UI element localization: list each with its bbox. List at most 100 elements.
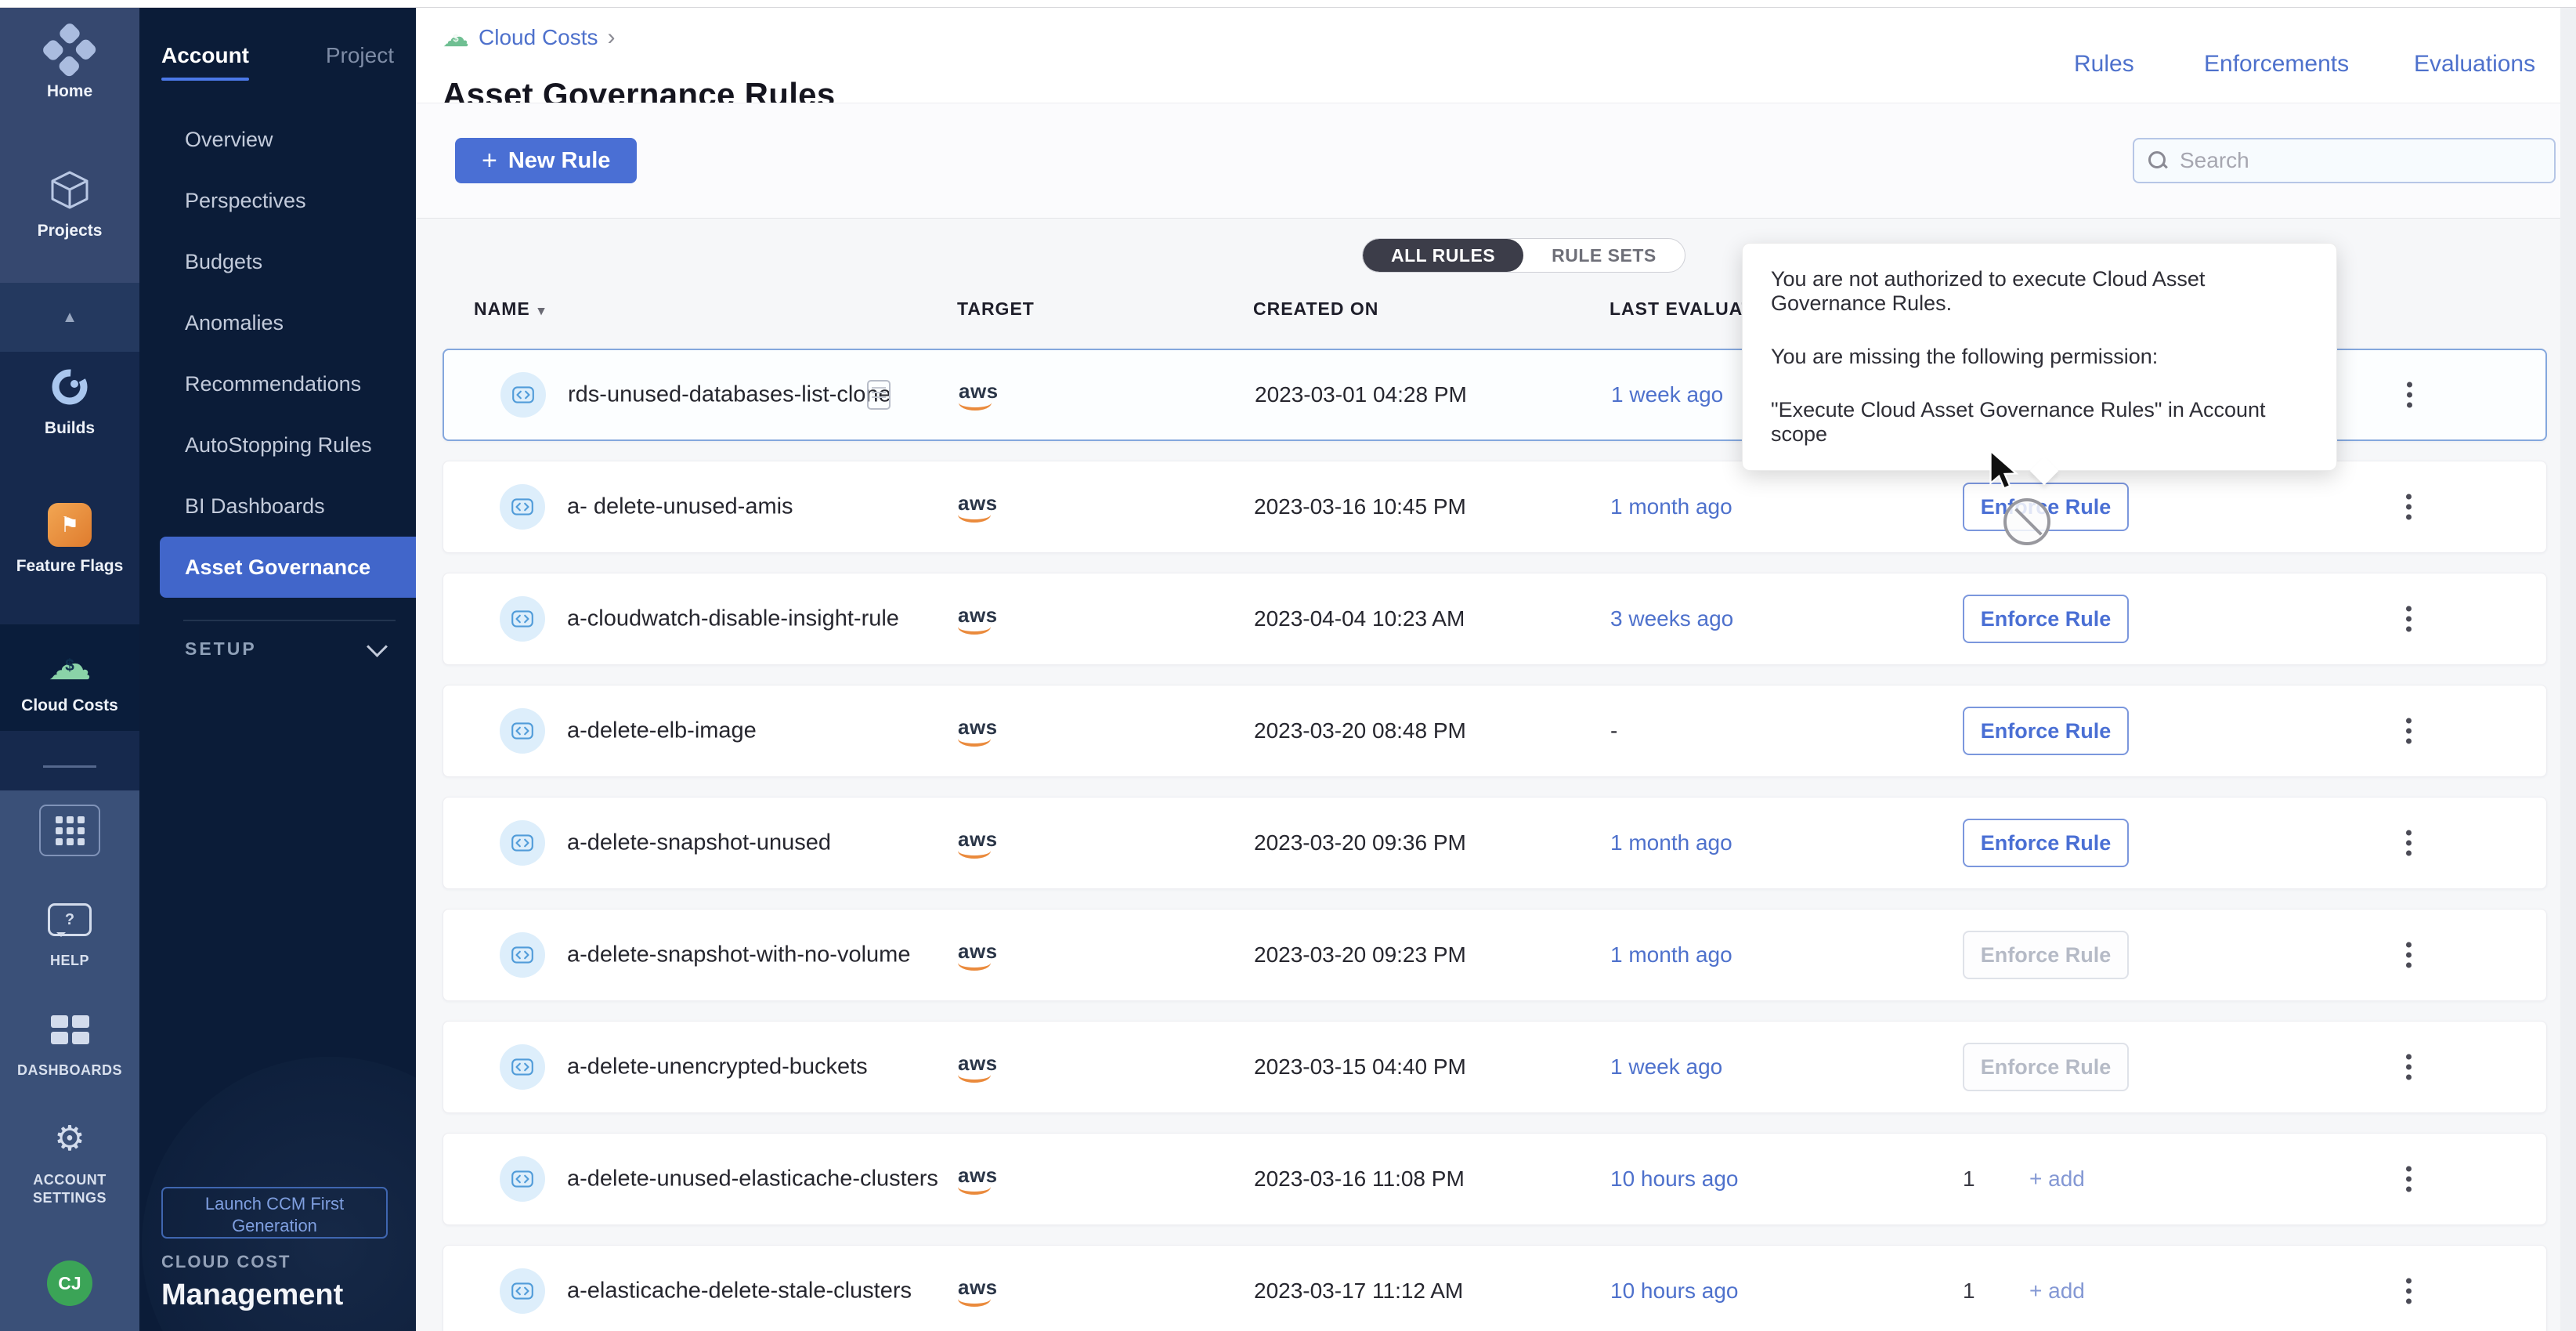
feature-flags-icon: ⚑	[48, 503, 92, 547]
rule-name[interactable]: a- delete-unused-amis	[567, 494, 793, 520]
nav-item[interactable]: Overview	[139, 109, 416, 170]
rule-name[interactable]: a-elasticache-delete-stale-clusters	[567, 1279, 912, 1304]
table-row[interactable]: a-delete-snapshot-with-no-volume aws 202…	[443, 909, 2547, 1001]
rail-divider	[43, 765, 96, 768]
created-on-value: 2023-03-16 10:45 PM	[1254, 494, 1466, 519]
rule-name[interactable]: a-delete-unused-elasticache-clusters	[567, 1166, 938, 1192]
last-evaluation-value[interactable]: 1 month ago	[1610, 494, 1732, 519]
enforce-rule-button[interactable]: Enforce Rule	[1963, 483, 2129, 531]
table-row[interactable]: a-elasticache-delete-stale-clusters aws …	[443, 1245, 2547, 1331]
nav-item[interactable]: BI Dashboards	[139, 476, 416, 537]
sidebar-item-help[interactable]: ? HELP	[0, 894, 139, 970]
last-evaluation-value[interactable]: 10 hours ago	[1610, 1279, 1738, 1304]
rule-name[interactable]: a-delete-snapshot-with-no-volume	[567, 942, 910, 968]
setup-label: SETUP	[185, 638, 257, 660]
sidebar-item-builds[interactable]: Builds	[0, 361, 139, 438]
add-enforcement-link[interactable]: + add	[2029, 1166, 2085, 1192]
kebab-menu[interactable]	[2400, 1160, 2418, 1199]
rail-collapse-button[interactable]: ▲	[0, 283, 139, 352]
rail-bottom-group: ? HELP DASHBOARDS ⚙ ACCOUNT SETTINGS CJ	[0, 790, 139, 1331]
enforce-rule-button[interactable]: Enforce Rule	[1963, 931, 2129, 979]
setup-section-toggle[interactable]: SETUP	[185, 638, 385, 660]
scope-tabs: Account Project	[161, 43, 394, 81]
search-box[interactable]	[2133, 138, 2556, 183]
launch-ccm-first-gen-button[interactable]: Launch CCM First Generation	[161, 1187, 388, 1239]
table-row[interactable]: a-delete-elb-image aws 2023-03-20 08:48 …	[443, 685, 2547, 777]
toggle-rule-sets[interactable]: RULE SETS	[1523, 239, 1685, 272]
sidebar-item-label: HELP	[0, 952, 139, 970]
table-row[interactable]: a-delete-snapshot-unused aws 2023-03-20 …	[443, 797, 2547, 889]
header-link-enforcements[interactable]: Enforcements	[2204, 51, 2349, 78]
tooltip-line: You are missing the following permission…	[1771, 345, 2308, 369]
brand-title: Management	[161, 1279, 343, 1312]
table-row[interactable]: a- delete-unused-amis aws 2023-03-16 10:…	[443, 461, 2547, 553]
last-evaluation-value[interactable]: 1 week ago	[1610, 1054, 1722, 1080]
tab-project[interactable]: Project	[326, 43, 394, 81]
rule-icon	[500, 1044, 545, 1090]
sidebar-item-account-settings[interactable]: ⚙ ACCOUNT SETTINGS	[0, 1113, 139, 1206]
kebab-menu[interactable]	[2400, 600, 2418, 638]
nav-item[interactable]: Asset Governance	[160, 537, 416, 598]
kebab-menu[interactable]	[2400, 712, 2418, 750]
copy-icon[interactable]	[867, 380, 891, 410]
aws-target-logo: aws	[958, 939, 998, 971]
aws-target-logo: aws	[958, 827, 998, 859]
nav-item[interactable]: Perspectives	[139, 170, 416, 231]
kebab-menu[interactable]	[2400, 488, 2418, 526]
rule-name[interactable]: a-delete-snapshot-unused	[567, 830, 831, 856]
table-row[interactable]: a-delete-unencrypted-buckets aws 2023-03…	[443, 1021, 2547, 1113]
kebab-menu[interactable]	[2400, 936, 2418, 975]
nav-item[interactable]: Anomalies	[139, 292, 416, 353]
enforce-rule-button[interactable]: Enforce Rule	[1963, 707, 2129, 755]
created-on-value: 2023-04-04 10:23 AM	[1254, 606, 1465, 631]
column-header-name[interactable]: NAME▾	[474, 298, 545, 320]
nav-item[interactable]: Budgets	[139, 231, 416, 292]
search-input[interactable]	[2178, 147, 2554, 174]
table-row[interactable]: a-cloudwatch-disable-insight-rule aws 20…	[443, 573, 2547, 665]
tab-account[interactable]: Account	[161, 43, 249, 81]
kebab-menu[interactable]	[2400, 1048, 2418, 1087]
last-evaluation-value[interactable]: 3 weeks ago	[1610, 606, 1733, 631]
header-link-evaluations[interactable]: Evaluations	[2414, 51, 2535, 78]
toggle-all-rules[interactable]: ALL RULES	[1363, 239, 1523, 272]
rule-icon	[500, 708, 545, 754]
user-avatar[interactable]: CJ	[0, 1260, 139, 1306]
add-enforcement-link[interactable]: + add	[2029, 1279, 2085, 1304]
sidebar-item-label: DASHBOARDS	[0, 1062, 139, 1080]
last-evaluation-value[interactable]: 1 month ago	[1610, 942, 1732, 968]
breadcrumb-cloud-costs-link[interactable]: Cloud Costs	[479, 25, 598, 50]
rule-name[interactable]: rds-unused-databases-list-clone	[568, 382, 891, 408]
created-on-value: 2023-03-17 11:12 AM	[1254, 1279, 1463, 1304]
sidebar-item-projects[interactable]: Projects	[0, 164, 139, 241]
rule-icon	[500, 1268, 545, 1314]
enforce-rule-button[interactable]: Enforce Rule	[1963, 595, 2129, 643]
module-picker-button[interactable]	[39, 805, 100, 856]
header-link-rules[interactable]: Rules	[2074, 51, 2134, 78]
table-row[interactable]: a-delete-unused-elasticache-clusters aws…	[443, 1133, 2547, 1225]
sidebar-item-cloud-costs[interactable]: ☁ $ Cloud Costs	[0, 624, 139, 731]
rule-name[interactable]: a-delete-unencrypted-buckets	[567, 1054, 868, 1080]
rule-name[interactable]: a-cloudwatch-disable-insight-rule	[567, 606, 899, 632]
last-evaluation-value[interactable]: 10 hours ago	[1610, 1166, 1738, 1192]
enforce-rule-button[interactable]: Enforce Rule	[1963, 819, 2129, 867]
new-rule-button[interactable]: + New Rule	[455, 138, 637, 183]
last-evaluation-value[interactable]: 1 month ago	[1610, 830, 1732, 855]
sidebar-item-dashboards[interactable]: DASHBOARDS	[0, 1004, 139, 1080]
enforce-rule-button[interactable]: Enforce Rule	[1963, 1043, 2129, 1091]
last-evaluation-value[interactable]: 1 week ago	[1611, 382, 1723, 407]
kebab-menu[interactable]	[2400, 1272, 2418, 1311]
nav-item[interactable]: Recommendations	[139, 353, 416, 414]
sidebar-item-feature-flags[interactable]: ⚑ Feature Flags	[0, 499, 139, 576]
search-icon	[2148, 151, 2167, 170]
nav-item[interactable]: AutoStopping Rules	[139, 414, 416, 476]
column-header-created-on: CREATED ON	[1253, 298, 1378, 320]
aws-target-logo: aws	[959, 379, 999, 411]
rule-name[interactable]: a-delete-elb-image	[567, 718, 757, 744]
kebab-menu[interactable]	[2400, 824, 2418, 863]
last-evaluation-value[interactable]: -	[1610, 718, 1617, 743]
help-chat-icon: ?	[48, 903, 92, 936]
enforcement-count: 1	[1963, 1166, 1975, 1192]
rules-view-toggle[interactable]: ALL RULES RULE SETS	[1362, 238, 1685, 273]
sidebar-item-home[interactable]: Home	[0, 24, 139, 101]
kebab-menu[interactable]	[2401, 376, 2419, 414]
